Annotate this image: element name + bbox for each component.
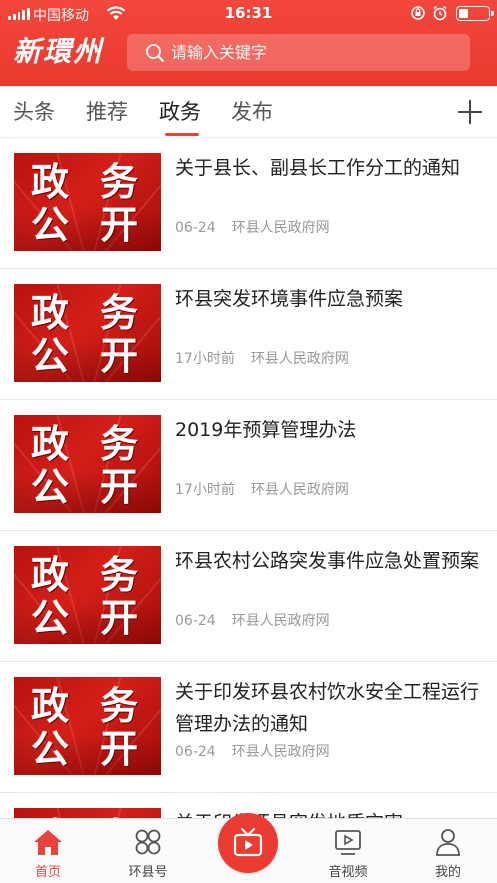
search-bar[interactable] — [127, 34, 470, 71]
thumbnail-text: 务 — [100, 291, 139, 335]
grid-icon — [135, 829, 161, 855]
news-date: 06-24 — [175, 220, 216, 236]
news-date: 17小时前 — [175, 482, 235, 498]
nav-live-tv-button[interactable] — [218, 813, 278, 873]
news-item[interactable]: 政 务 公 开 关于印发环县农村饮水安全工程运行管理办法的通知 06-24 环县人… — [0, 662, 497, 793]
news-item[interactable]: 政 务 公 开 关于县长、副县长工作分工的通知 06-24 环县人民政府网 — [0, 138, 497, 269]
news-source: 环县人民政府网 — [231, 613, 330, 629]
news-feed: 政 务 公 开 关于县长、副县长工作分工的通知 06-24 环县人民政府网 政 务… — [0, 138, 497, 818]
thumbnail-text: 开 — [100, 334, 139, 378]
active-tab-indicator — [165, 133, 199, 136]
search-icon — [146, 43, 164, 62]
tab-label: 推荐 — [86, 100, 128, 124]
status-bar: 中国移动 16:31 — [0, 0, 497, 28]
news-date: 06-24 — [175, 613, 216, 629]
thumbnail-text: 开 — [100, 203, 139, 247]
news-item[interactable]: 政 务 公 开 2019年预算管理办法 17小时前 环县人民政府网 — [0, 400, 497, 531]
news-thumbnail: 政 务 — [14, 808, 161, 818]
thumbnail-text: 政 — [31, 422, 70, 466]
news-title: 环县突发环境事件应急预案 — [175, 288, 404, 310]
news-source: 环县人民政府网 — [250, 351, 349, 367]
thumbnail-text: 务 — [100, 553, 139, 597]
news-item[interactable]: 政 务 公 开 环县突发环境事件应急预案 17小时前 环县人民政府网 — [0, 269, 497, 400]
nav-label: 首页 — [34, 865, 61, 880]
home-icon — [34, 830, 62, 855]
news-thumbnail: 政 务 公 开 — [14, 415, 161, 513]
thumbnail-text: 公 — [31, 727, 70, 771]
thumbnail-text: 务 — [100, 160, 139, 204]
thumbnail-text: 开 — [100, 596, 139, 640]
news-source: 环县人民政府网 — [231, 220, 330, 236]
thumbnail-text: 开 — [100, 727, 139, 771]
thumbnail-text: 公 — [31, 596, 70, 640]
news-date: 06-24 — [175, 744, 216, 760]
thumbnail-text: 开 — [100, 465, 139, 509]
nav-profile[interactable]: 我的 — [408, 827, 488, 880]
news-meta: 17小时前 环县人民政府网 — [175, 348, 349, 368]
thumbnail-text: 政 — [31, 291, 70, 335]
nav-label: 我的 — [434, 865, 461, 880]
thumbnail-text: 政 — [31, 160, 70, 204]
bottom-navigation: 首页 环县号 音视频 我的 — [0, 813, 497, 883]
alarm-icon — [433, 5, 447, 21]
nav-home[interactable]: 首页 — [8, 827, 88, 880]
thumbnail-text: 政 — [31, 553, 70, 597]
thumbnail-text: 务 — [100, 422, 139, 466]
rotation-lock-icon — [411, 6, 425, 20]
nav-label: 音视频 — [328, 865, 368, 880]
news-title: 关于印发环县农村饮水安全工程运行管理办法的通知 — [175, 681, 480, 735]
search-input[interactable] — [171, 43, 451, 62]
news-source: 环县人民政府网 — [231, 744, 330, 760]
user-icon — [436, 829, 460, 856]
news-meta: 06-24 环县人民政府网 — [175, 610, 330, 630]
battery-icon — [456, 6, 494, 21]
news-thumbnail: 政 务 公 开 — [14, 153, 161, 251]
news-meta: 06-24 环县人民政府网 — [175, 217, 330, 237]
tv-icon — [233, 828, 263, 857]
add-channel-icon[interactable] — [455, 97, 485, 127]
tab-recommended[interactable]: 推荐 — [86, 96, 128, 136]
news-thumbnail: 政 务 公 开 — [14, 677, 161, 775]
tab-releases[interactable]: 发布 — [231, 96, 273, 136]
news-meta: 06-24 环县人民政府网 — [175, 741, 330, 761]
news-thumbnail: 政 务 公 开 — [14, 284, 161, 382]
tab-label: 头条 — [13, 100, 55, 124]
thumbnail-text: 务 — [100, 684, 139, 728]
thumbnail-text: 政 — [31, 684, 70, 728]
news-title: 2019年预算管理办法 — [175, 419, 357, 441]
tab-label: 政务 — [159, 100, 201, 124]
thumbnail-text: 公 — [31, 203, 70, 247]
news-title: 关于印发环县突发地质灾害 — [175, 807, 480, 818]
news-title: 关于县长、副县长工作分工的通知 — [175, 157, 461, 179]
news-date: 17小时前 — [175, 351, 235, 367]
tab-label: 发布 — [231, 100, 273, 124]
video-icon — [335, 830, 361, 855]
tab-headlines[interactable]: 头条 — [13, 96, 55, 136]
tab-government[interactable]: 政务 — [159, 96, 205, 136]
thumbnail-text: 公 — [31, 465, 70, 509]
nav-audio-video[interactable]: 音视频 — [308, 827, 388, 880]
app-header: 中国移动 16:31 新環州 — [0, 0, 497, 86]
news-meta: 17小时前 环县人民政府网 — [175, 479, 349, 499]
nav-label: 环县号 — [128, 865, 168, 880]
news-title: 环县农村公路突发事件应急处置预案 — [175, 550, 480, 572]
news-thumbnail: 政 务 公 开 — [14, 546, 161, 644]
news-item[interactable]: 政 务 公 开 环县农村公路突发事件应急处置预案 06-24 环县人民政府网 — [0, 531, 497, 662]
app-logo: 新環州 — [13, 35, 104, 68]
thumbnail-text: 公 — [31, 334, 70, 378]
nav-huanxian-accounts[interactable]: 环县号 — [108, 827, 188, 880]
channel-tabs: 头条 推荐 政务 发布 — [0, 86, 497, 138]
news-source: 环县人民政府网 — [250, 482, 349, 498]
